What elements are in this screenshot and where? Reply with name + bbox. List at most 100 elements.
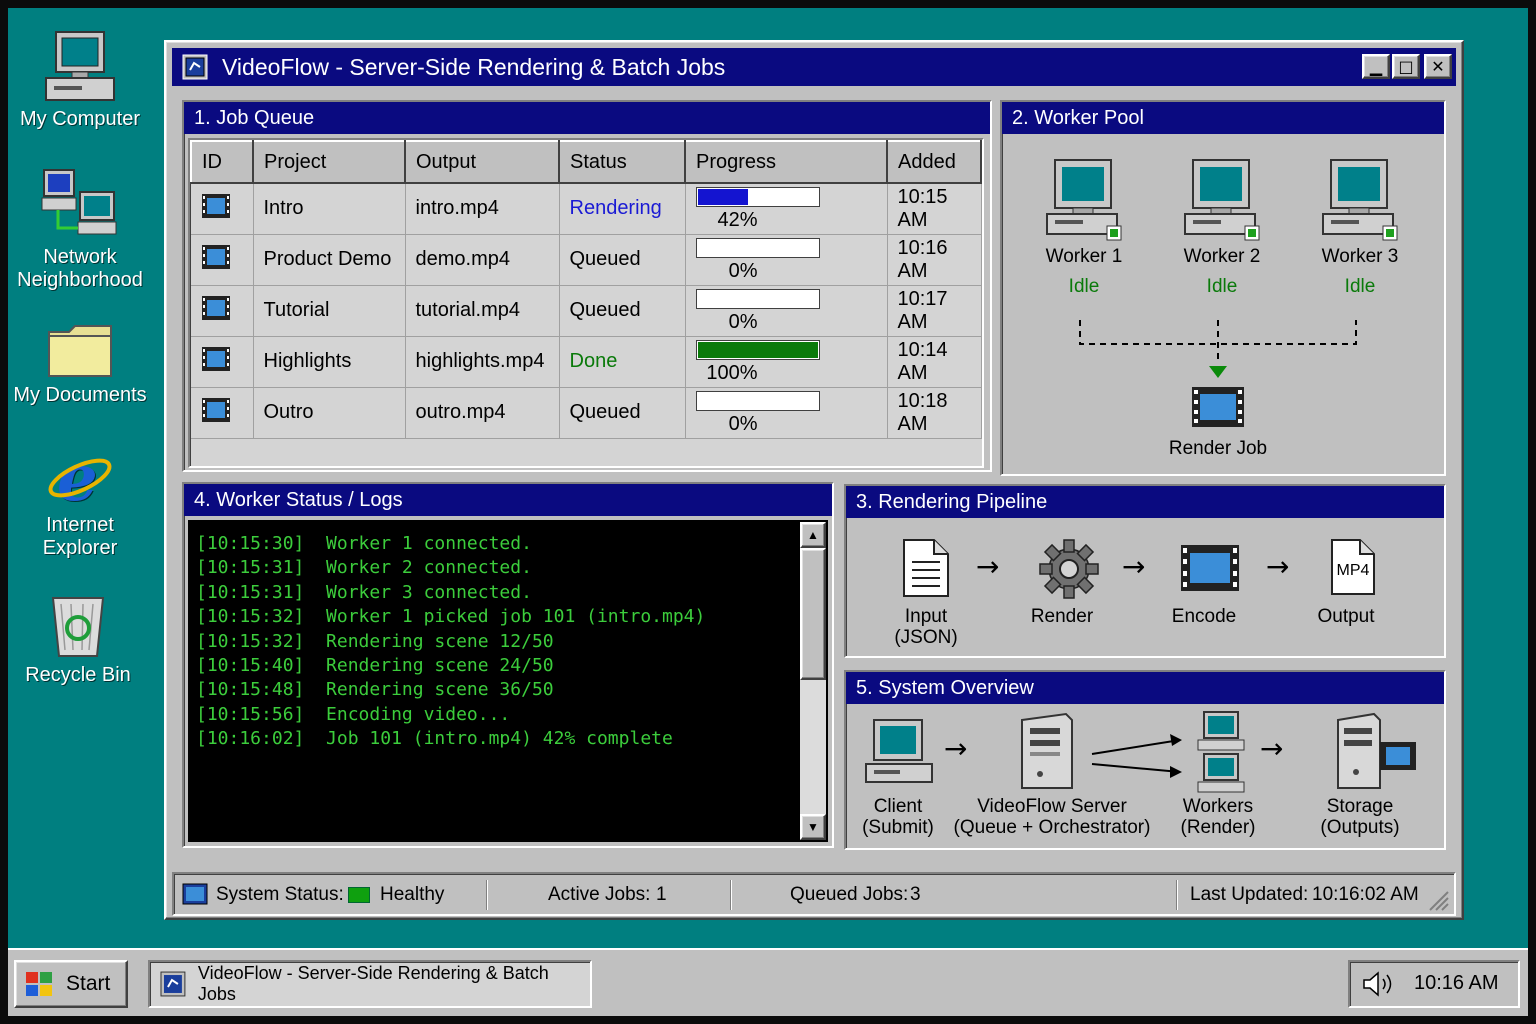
overview-arrow: → — [1260, 732, 1284, 765]
column-header-project[interactable]: Project — [252, 140, 406, 184]
pipeline-title: 3. Rendering Pipeline — [846, 486, 1444, 518]
clock[interactable]: 10:16 AM — [1414, 972, 1499, 995]
row-progress: 42% — [685, 183, 888, 235]
desktop-icon-my-documents[interactable]: My Documents — [10, 320, 150, 407]
row-id-cell — [191, 285, 254, 337]
row-progress: 0% — [685, 285, 888, 337]
network-icon — [41, 169, 117, 235]
status-monitor-icon — [182, 883, 208, 905]
overview-connector-lines — [1091, 734, 1182, 778]
film-icon — [202, 397, 230, 422]
scroll-up-button[interactable]: ▲ — [800, 522, 826, 548]
overview-arrow: → — [944, 732, 968, 765]
progress-percent: 42% — [717, 208, 758, 231]
row-id-cell — [191, 183, 254, 235]
document-icon — [903, 539, 949, 597]
scroll-thumb[interactable] — [800, 548, 826, 680]
status-indicator — [348, 887, 370, 903]
worker-node[interactable]: Worker 2 Idle — [1162, 158, 1282, 298]
worker-state: Idle — [1344, 276, 1376, 297]
row-status: Queued — [559, 234, 686, 286]
taskbar-window-button[interactable]: VideoFlow - Server-Side Rendering & Batc… — [148, 960, 592, 1008]
start-label: Start — [66, 972, 111, 995]
pipeline-stage-label: Input (JSON) — [894, 606, 958, 648]
table-header-row: ID Project Output Status Progress Added — [190, 140, 982, 184]
row-status: Queued — [559, 387, 686, 439]
last-updated-value: 10:16:02 AM — [1312, 884, 1419, 905]
minimize-button[interactable]: ▁ — [1362, 54, 1390, 79]
pipeline-stage-label: Output — [1317, 606, 1375, 627]
film-icon — [1192, 387, 1244, 427]
row-added: 10:15 AM — [887, 183, 982, 235]
maximize-button[interactable]: □ — [1392, 54, 1420, 79]
worker-state: Idle — [1206, 276, 1238, 297]
row-status: Queued — [559, 285, 686, 337]
table-row[interactable]: Product Demo demo.mp4 Queued 0% 10:16 AM — [191, 234, 982, 286]
film-icon — [202, 244, 230, 269]
row-status: Rendering — [559, 183, 686, 235]
table-row[interactable]: Outro outro.mp4 Queued 0% 10:18 AM — [191, 387, 982, 439]
close-button[interactable]: ✕ — [1424, 54, 1452, 79]
worker-node[interactable]: Worker 1 Idle — [1024, 158, 1144, 298]
queued-jobs-label: Queued Jobs: — [790, 884, 909, 905]
app-icon — [160, 971, 186, 997]
main-window: VideoFlow - Server-Side Rendering & Batc… — [164, 40, 1464, 920]
status-divider — [730, 880, 732, 910]
computer-icon — [1184, 159, 1260, 241]
progress-bar — [695, 289, 820, 310]
app-icon — [182, 54, 208, 80]
recycle-bin-icon — [51, 597, 105, 657]
row-project: Highlights — [253, 336, 406, 388]
column-header-id[interactable]: ID — [190, 140, 254, 184]
system-status-label: System Status: — [216, 884, 344, 905]
status-bar: System Status: Healthy Active Jobs: 1 Qu… — [172, 872, 1456, 916]
progress-percent: 0% — [728, 412, 758, 435]
table-row[interactable]: Highlights highlights.mp4 Done 100% 10:1… — [191, 336, 982, 388]
row-progress: 0% — [685, 234, 888, 286]
overview-title: 5. System Overview — [846, 672, 1444, 704]
log-line: [10:15:40] Rendering scene 24/50 — [196, 655, 554, 677]
desktop-icon-my-computer[interactable]: My Computer — [10, 30, 150, 131]
desktop: My Computer Network Neighborhood My Docu… — [8, 8, 1528, 1016]
table-row[interactable]: Tutorial tutorial.mp4 Queued 0% 10:17 AM — [191, 285, 982, 337]
log-scrollbar[interactable]: ▲ ▼ — [800, 522, 826, 840]
worker-pool-title: 2. Worker Pool — [1002, 102, 1444, 134]
speaker-icon[interactable] — [1362, 970, 1396, 998]
desktop-icon-internet-explorer[interactable]: e Internet Explorer — [10, 444, 150, 560]
row-project: Outro — [253, 387, 406, 439]
log-output[interactable]: [10:15:30] Worker 1 connected. [10:15:31]… — [188, 520, 828, 842]
desktop-icon-recycle-bin[interactable]: Recycle Bin — [8, 590, 148, 687]
pipeline-stage-label: Render — [1030, 606, 1094, 627]
log-line: [10:15:48] Rendering scene 36/50 — [196, 679, 554, 701]
job-table: ID Project Output Status Progress Added — [188, 138, 984, 468]
pipeline-arrow: → — [1266, 550, 1290, 583]
table-row[interactable]: Intro intro.mp4 Rendering 42% 10:15 AM — [191, 183, 982, 235]
computer-icon — [1322, 159, 1398, 241]
taskbar-window-label: VideoFlow - Server-Side Rendering & Batc… — [197, 963, 549, 1004]
desktop-icon-network[interactable]: Network Neighborhood — [10, 166, 150, 292]
progress-percent: 0% — [728, 259, 758, 282]
progress-bar — [695, 391, 820, 412]
resize-grip-icon[interactable] — [1426, 888, 1450, 912]
row-added: 10:14 AM — [887, 336, 982, 388]
title-bar[interactable]: VideoFlow - Server-Side Rendering & Batc… — [172, 48, 1456, 86]
worker-state: Idle — [1068, 276, 1100, 297]
desktop-icon-label: Recycle Bin — [25, 664, 131, 686]
log-line: [10:15:32] Worker 1 picked job 101 (intr… — [196, 606, 706, 628]
overview-node-label: Client (Submit) — [862, 796, 934, 838]
row-status: Done — [559, 336, 686, 388]
column-header-output[interactable]: Output — [404, 140, 560, 184]
worker-node[interactable]: Worker 3 Idle — [1300, 158, 1420, 298]
active-jobs-value: 1 — [656, 884, 667, 905]
column-header-progress[interactable]: Progress — [684, 140, 888, 184]
job-queue-panel: 1. Job Queue ID Project Output Status Pr… — [182, 100, 992, 472]
row-output: tutorial.mp4 — [405, 285, 560, 337]
column-header-status[interactable]: Status — [558, 140, 686, 184]
column-header-added[interactable]: Added — [886, 140, 982, 184]
row-id-cell — [191, 336, 254, 388]
start-button[interactable]: Start — [14, 960, 128, 1008]
scroll-down-button[interactable]: ▼ — [800, 814, 826, 840]
computer-icon — [865, 719, 933, 783]
status-divider — [1176, 880, 1178, 910]
last-updated-label: Last Updated: — [1190, 884, 1309, 905]
